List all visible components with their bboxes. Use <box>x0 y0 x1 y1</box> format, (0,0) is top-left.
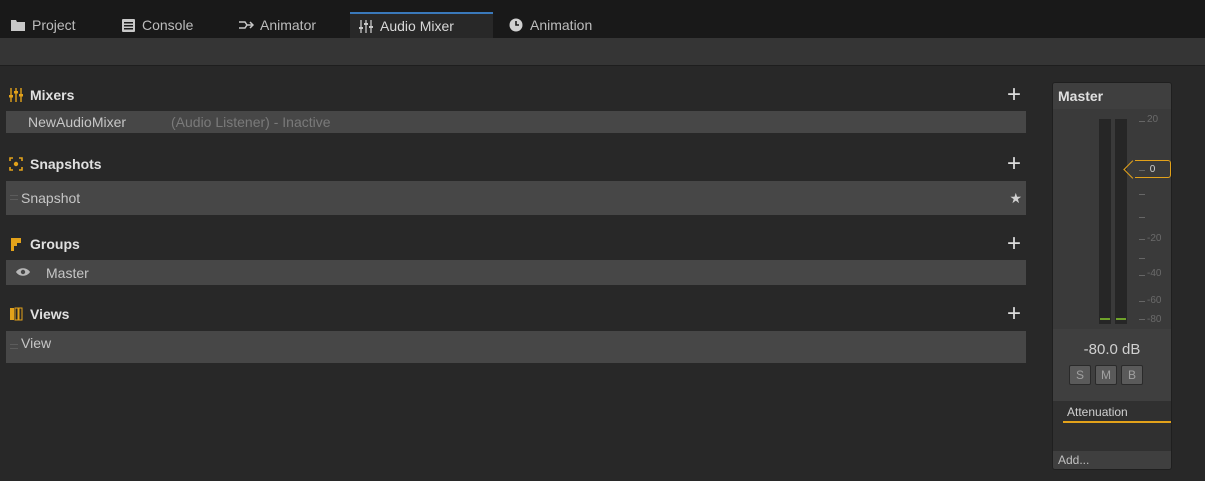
drag-handle-icon[interactable] <box>10 344 18 349</box>
level-meter-area: 20 -20 -40 -60 -80 0 <box>1053 109 1171 329</box>
volume-slider-handle[interactable]: 0 <box>1135 160 1171 178</box>
meter-level <box>1116 318 1126 320</box>
drag-handle-icon[interactable] <box>10 195 18 200</box>
scale-tick <box>1139 275 1145 276</box>
groups-icon <box>9 237 23 251</box>
tab-label: Project <box>32 17 76 33</box>
star-icon[interactable]: ★ <box>1009 190 1022 207</box>
mixer-status: (Audio Listener) - Inactive <box>171 114 331 130</box>
tab-animation[interactable]: Animation <box>500 12 600 38</box>
mixer-item[interactable]: NewAudioMixer (Audio Listener) - Inactiv… <box>6 111 1026 133</box>
section-title: Views <box>30 306 70 322</box>
db-readout: -80.0 dB <box>1083 341 1141 358</box>
console-icon <box>120 18 136 32</box>
bypass-button[interactable]: B <box>1121 365 1143 385</box>
tab-animator[interactable]: Animator <box>230 12 324 38</box>
clock-icon <box>508 18 524 32</box>
level-meter-left <box>1099 119 1111 324</box>
scale-tick <box>1139 217 1145 218</box>
snapshot-name: Snapshot <box>21 190 81 206</box>
add-view-button[interactable]: + <box>1004 302 1024 326</box>
group-name: Master <box>46 264 89 281</box>
scale-tick <box>1139 301 1145 302</box>
master-channel-strip: Master 20 -20 -40 -60 -80 0 -80.0 dB S M… <box>1052 82 1172 470</box>
scale-tick <box>1139 319 1145 320</box>
tab-bar: Project Console Animator Audio Mixer Ani… <box>0 0 1205 38</box>
section-title: Mixers <box>30 87 75 103</box>
folder-icon <box>10 18 26 32</box>
group-item[interactable]: Master <box>6 260 1026 285</box>
section-title: Groups <box>30 236 80 252</box>
mixer-icon <box>358 19 374 33</box>
toolbar <box>0 38 1205 66</box>
mixers-header: Mixers + <box>0 82 1036 108</box>
snapshots-icon <box>9 157 23 171</box>
tab-project[interactable]: Project <box>2 12 84 38</box>
view-item[interactable]: View <box>6 331 1026 363</box>
mute-button[interactable]: M <box>1095 365 1117 385</box>
mixer-name: NewAudioMixer <box>28 114 127 130</box>
mixer-tree-panel: Mixers + NewAudioMixer (Audio Listener) … <box>0 67 1036 481</box>
solo-button[interactable]: S <box>1069 365 1091 385</box>
snapshot-item[interactable]: Snapshot ★ <box>6 181 1026 215</box>
level-meter-right <box>1115 119 1127 324</box>
volume-value: 0 <box>1149 163 1156 175</box>
scale-label: 20 <box>1147 114 1159 125</box>
add-mixer-button[interactable]: + <box>1004 83 1024 107</box>
add-snapshot-button[interactable]: + <box>1004 152 1024 176</box>
strip-buttons: S M B <box>1069 365 1143 385</box>
views-icon <box>9 307 23 321</box>
scale-label: -80 <box>1147 314 1162 325</box>
meter-level <box>1100 318 1110 320</box>
view-name: View <box>21 335 52 351</box>
scale-label: -20 <box>1147 233 1162 244</box>
mixers-icon <box>9 88 23 102</box>
strip-title: Master <box>1058 88 1104 104</box>
scale-tick <box>1139 258 1145 259</box>
scale-label: -40 <box>1147 268 1162 279</box>
scale-tick <box>1139 194 1145 195</box>
snapshots-header: Snapshots + <box>0 151 1036 177</box>
tab-console[interactable]: Console <box>112 12 201 38</box>
audio-mixer-content: Mixers + NewAudioMixer (Audio Listener) … <box>0 67 1205 481</box>
tab-audio-mixer[interactable]: Audio Mixer <box>350 12 493 38</box>
section-title: Snapshots <box>30 156 102 172</box>
tab-label: Animation <box>530 17 593 33</box>
tab-label: Audio Mixer <box>380 18 454 34</box>
scale-tick <box>1139 239 1145 240</box>
scale-label: -60 <box>1147 295 1162 306</box>
add-effect-button[interactable]: Add... <box>1058 453 1089 467</box>
tab-label: Console <box>142 17 194 33</box>
attenuation-effect[interactable]: Attenuation <box>1063 403 1171 423</box>
add-group-button[interactable]: + <box>1004 232 1024 256</box>
views-header: Views + <box>0 301 1036 327</box>
animator-icon <box>238 18 254 32</box>
groups-header: Groups + <box>0 231 1036 257</box>
tab-label: Animator <box>260 17 317 33</box>
effects-list: Attenuation <box>1053 401 1171 451</box>
eye-icon[interactable] <box>16 266 30 280</box>
scale-tick <box>1139 121 1145 122</box>
